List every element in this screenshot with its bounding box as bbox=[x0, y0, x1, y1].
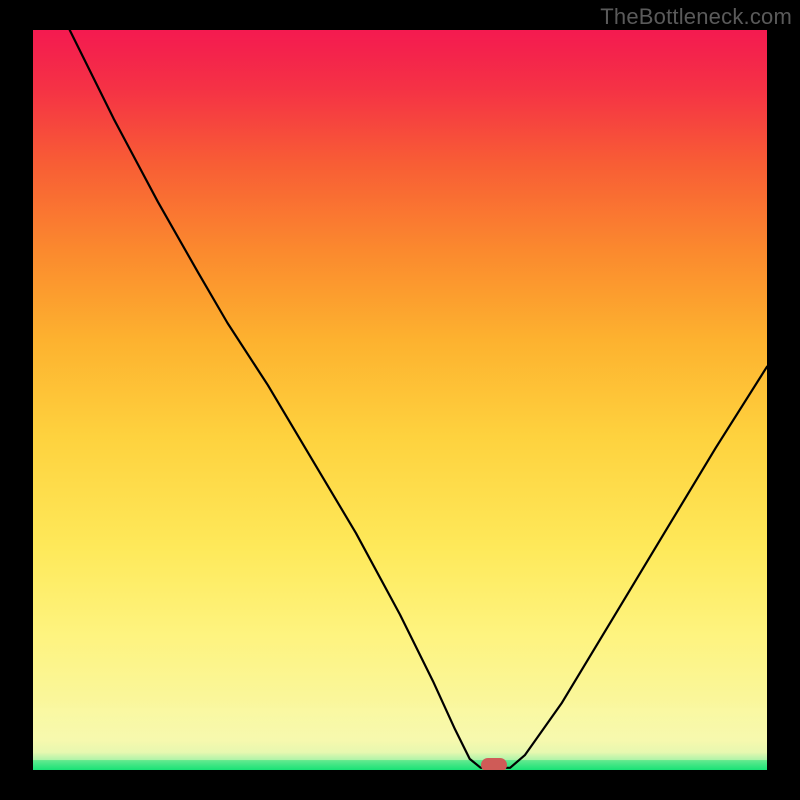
chart-frame: TheBottleneck.com bbox=[0, 0, 800, 800]
bottleneck-curve bbox=[33, 30, 767, 770]
plot-area bbox=[33, 30, 767, 770]
watermark-label: TheBottleneck.com bbox=[600, 4, 792, 30]
optimal-marker bbox=[481, 758, 507, 770]
